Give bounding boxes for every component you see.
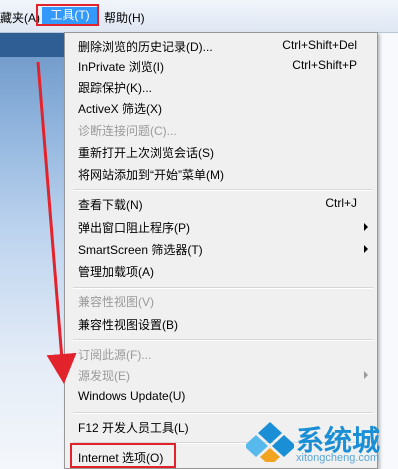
watermark-logo-icon: [246, 422, 294, 462]
annotation-arrow: [36, 61, 77, 384]
watermark-url: xitongcheng.com: [296, 452, 380, 464]
